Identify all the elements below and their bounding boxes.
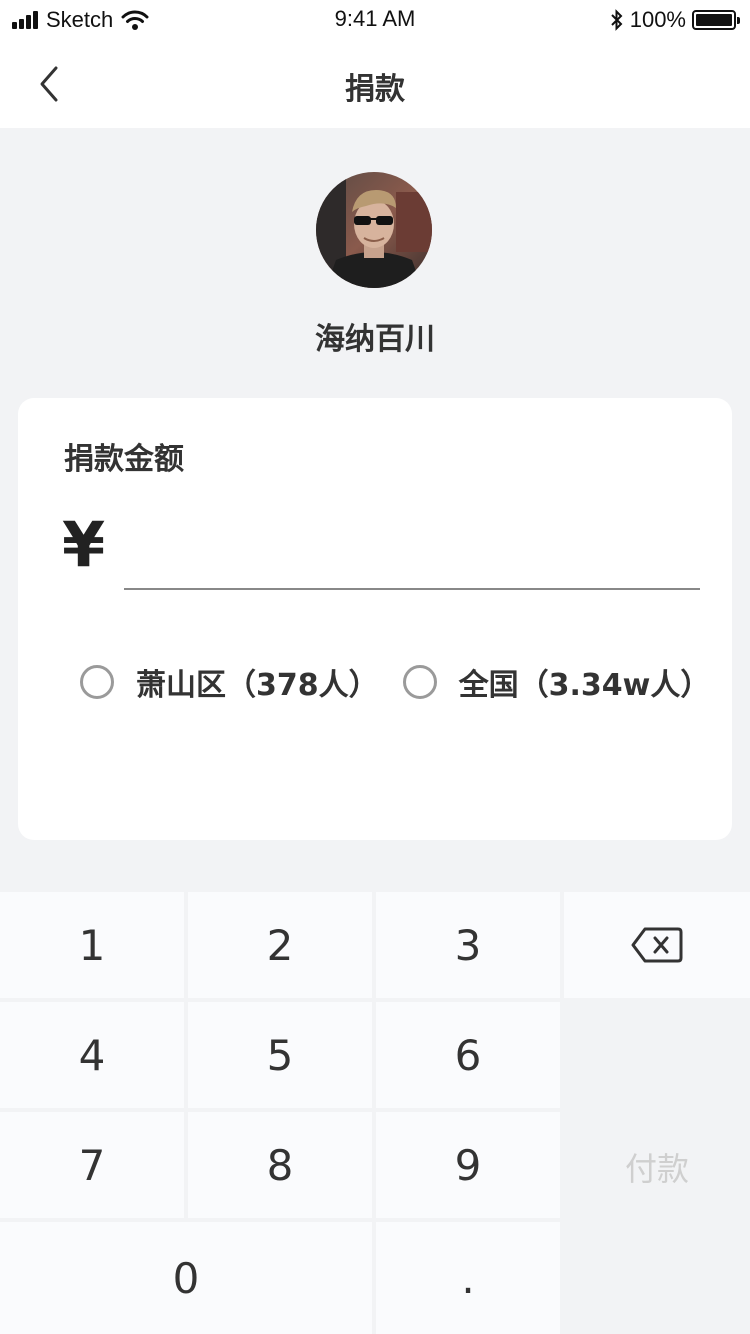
key-5[interactable]: 5	[188, 1002, 372, 1108]
key-1[interactable]: 1	[0, 892, 184, 998]
key-4[interactable]: 4	[0, 1002, 184, 1108]
org-name: 海纳百川	[315, 322, 435, 357]
pay-button[interactable]: 付款	[564, 1000, 750, 1334]
key-decimal[interactable]: .	[376, 1222, 560, 1334]
battery-icon	[692, 10, 740, 30]
key-9[interactable]: 9	[376, 1112, 560, 1218]
battery-percent: 100%	[629, 7, 686, 32]
bluetooth-icon	[611, 9, 623, 31]
radio-icon[interactable]	[402, 665, 437, 699]
page-title: 捐款	[345, 72, 405, 107]
key-3[interactable]: 3	[376, 892, 560, 998]
radio-icon[interactable]	[80, 665, 114, 699]
key-2[interactable]: 2	[188, 892, 372, 998]
scope-options: 萧山区（378人） 全国（3.34w人）	[80, 660, 710, 704]
backspace-button[interactable]	[564, 892, 750, 998]
option-label: 全国（3.34w人）	[458, 668, 711, 703]
key-8[interactable]: 8	[188, 1112, 372, 1218]
status-bar: Sketch 9:41 AM 100%	[0, 0, 750, 40]
key-0[interactable]: 0	[0, 1222, 372, 1334]
option-nationwide[interactable]: 全国（3.34w人）	[402, 660, 711, 704]
avatar	[316, 172, 432, 288]
key-6[interactable]: 6	[376, 1002, 560, 1108]
currency-symbol: ¥	[62, 508, 106, 581]
amount-input[interactable]	[124, 508, 700, 590]
backspace-icon	[631, 927, 683, 963]
status-right: 100%	[610, 6, 740, 34]
numeric-keypad: 1 2 3 4 5 6 7 8 9 0 . 付款	[0, 892, 750, 1334]
nav-bar: 捐款	[0, 40, 750, 128]
key-7[interactable]: 7	[0, 1112, 184, 1218]
option-xiaoshan[interactable]: 萧山区（378人）	[80, 660, 379, 704]
option-label: 萧山区（378人）	[136, 668, 379, 703]
donation-card: 捐款金额 ¥ 萧山区（378人） 全国（3.34w人）	[18, 398, 732, 840]
amount-label: 捐款金额	[64, 442, 184, 477]
